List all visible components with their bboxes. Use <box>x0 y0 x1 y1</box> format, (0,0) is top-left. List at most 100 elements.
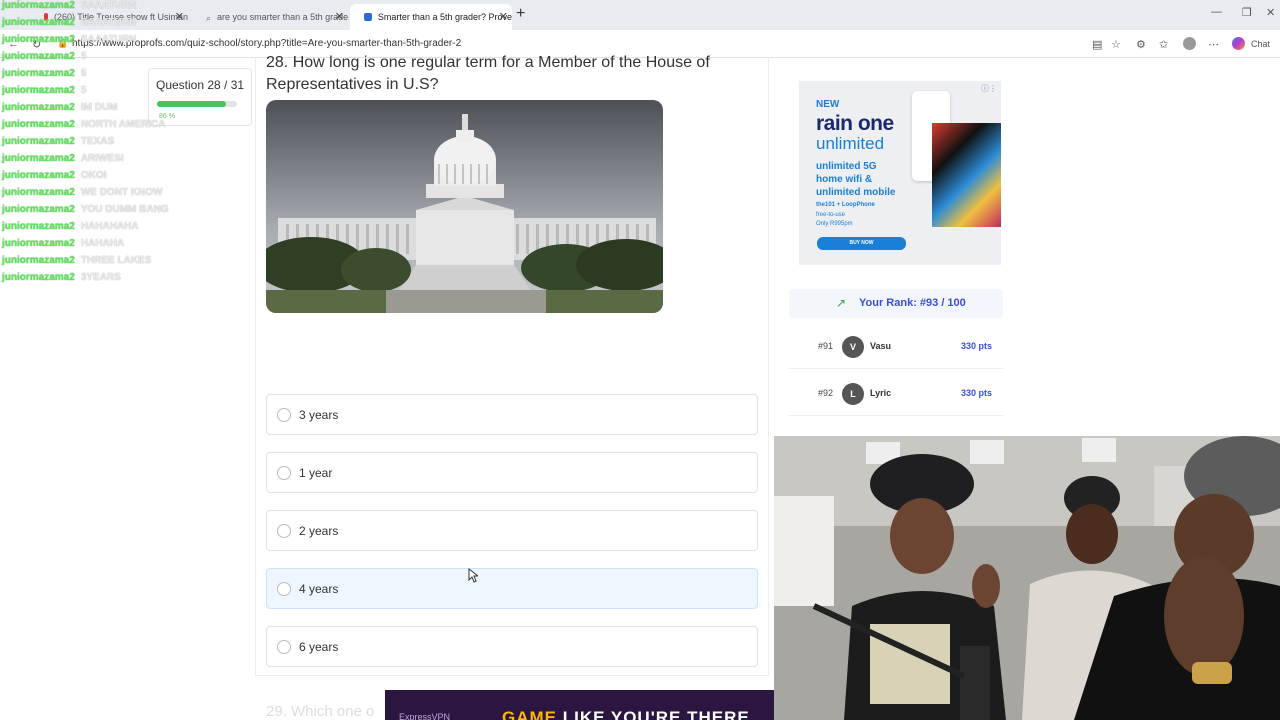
chat-username: juniormazama2 <box>2 51 75 62</box>
radio-button[interactable] <box>277 466 291 480</box>
chat-message: juniormazama2 TEXAS <box>2 136 262 153</box>
avatar: V <box>842 336 864 358</box>
chat-button[interactable]: Chat <box>1251 39 1270 49</box>
chat-message: juniormazama2 OKOI <box>2 170 262 187</box>
chat-username: juniormazama2 <box>2 272 75 283</box>
chat-message: juniormazama2 HAHAHAHA <box>2 221 262 238</box>
ad-line: unlimited 5G <box>816 161 877 172</box>
capitol-image <box>266 100 663 313</box>
tab-title: Smarter than a 5th grader? Prove <box>377 12 512 22</box>
radio-button[interactable] <box>277 582 291 596</box>
chat-message: juniormazama2 YOU DUMM BANG <box>2 204 262 221</box>
option-label: 3 years <box>299 408 339 422</box>
chat-message: juniormazama2 5 <box>2 68 262 85</box>
chat-text: 5 <box>80 85 87 96</box>
maximize-icon[interactable]: ❐ <box>1242 6 1252 19</box>
chat-text: HAHAHAHA <box>80 221 139 232</box>
chat-username: juniormazama2 <box>2 153 75 164</box>
ad-brand: rain one <box>816 112 894 135</box>
option-label: 6 years <box>299 640 339 654</box>
chat-message: juniormazama2 THREE LAKES <box>2 255 262 272</box>
chat-username: juniormazama2 <box>2 68 75 79</box>
rank-text: Your Rank: #93 / 100 <box>859 297 966 309</box>
bottom-banner-ad[interactable]: ExpressVPN GAME LIKE YOU'RE THERE <box>385 690 774 720</box>
chat-text: THREE LAKES <box>80 255 152 266</box>
favorites-icon[interactable]: ✩ <box>1159 38 1168 51</box>
radio-button[interactable] <box>277 524 291 538</box>
chat-message: juniormazama2 ARIWESI <box>2 153 262 170</box>
ad-fine: the101 + LoopPhone <box>816 202 875 208</box>
ad-fine: free-to-use <box>816 212 846 218</box>
chat-text: HAHAHA <box>80 238 125 249</box>
chat-username: juniormazama2 <box>2 85 75 96</box>
extensions-icon[interactable]: ⚙ <box>1136 38 1146 51</box>
leader-points: 330 pts <box>961 341 993 351</box>
answer-option[interactable]: 4 years <box>266 568 758 609</box>
answer-option[interactable]: 1 year <box>266 452 758 493</box>
chat-message: juniormazama2 HAHAHA <box>2 238 262 255</box>
chat-text: 3YEARS <box>80 272 121 283</box>
banner-brand: ExpressVPN <box>399 712 451 720</box>
stream-chat: juniormazama2 SAAATURN juniormazama2 SAAATU… <box>2 0 262 289</box>
ad-line: home wifi & <box>816 174 873 185</box>
chat-username: juniormazama2 <box>2 187 75 198</box>
new-tab-button[interactable]: + <box>516 5 525 23</box>
chat-message: juniormazama2 SAAATURN <box>2 17 262 34</box>
chat-username: juniormazama2 <box>2 204 75 215</box>
option-label: 1 year <box>299 466 333 480</box>
next-question-text: 29. Which one o <box>266 703 375 720</box>
close-icon[interactable]: ✕ <box>335 10 344 23</box>
chat-text: 5 <box>80 68 87 79</box>
avatar: L <box>842 383 864 405</box>
leader-position: #92 <box>818 388 834 398</box>
close-window-icon[interactable]: ✕ <box>1266 6 1275 19</box>
chat-message: juniormazama2 3YEARS <box>2 272 262 289</box>
chat-message: juniormazama2 5 <box>2 51 262 68</box>
reader-icon[interactable]: ▤ <box>1092 38 1102 51</box>
proprofs-icon <box>364 13 372 21</box>
rank-bar: ↗ Your Rank: #93 / 100 <box>789 289 1003 318</box>
chat-username: juniormazama2 <box>2 136 75 147</box>
ad-price: Only R995pm <box>816 221 853 227</box>
chat-text: SAAATURN <box>80 0 137 11</box>
chat-message: juniormazama2 5 <box>2 85 262 102</box>
chat-message: juniormazama2 SAAATURN <box>2 0 262 17</box>
option-label: 4 years <box>299 582 339 596</box>
trending-up-icon: ↗ <box>836 296 847 310</box>
chat-text: IM DUM <box>80 102 118 113</box>
answer-option[interactable]: 2 years <box>266 510 758 551</box>
buy-now-button[interactable]: BUY NOW <box>817 237 906 250</box>
chat-text: NORTH AMERICA <box>80 119 166 130</box>
chat-username: juniormazama2 <box>2 34 75 45</box>
star-icon[interactable]: ☆ <box>1111 38 1121 51</box>
leader-points: 330 pts <box>961 388 993 398</box>
ad-artwork <box>932 123 1001 227</box>
more-icon[interactable]: ⋯ <box>1208 38 1219 51</box>
ad-line: unlimited mobile <box>816 187 896 198</box>
advertisement[interactable]: ⓘ⋮ NEW rain one unlimited unlimited 5G h… <box>799 81 1001 265</box>
chat-text: 5 <box>80 51 87 62</box>
ad-new-label: NEW <box>816 99 840 110</box>
radio-button[interactable] <box>277 640 291 654</box>
leader-name: Vasu <box>870 341 892 351</box>
banner-accent: GAME <box>502 708 557 720</box>
chat-username: juniormazama2 <box>2 0 75 11</box>
chat-message: juniormazama2 NORTH AMERICA <box>2 119 262 136</box>
close-icon[interactable]: ✕ <box>499 10 508 23</box>
radio-button[interactable] <box>277 408 291 422</box>
copilot-icon[interactable] <box>1232 37 1245 50</box>
profile-avatar[interactable] <box>1183 37 1196 50</box>
chat-text: SAAATURN <box>80 34 137 45</box>
answer-option[interactable]: 3 years <box>266 394 758 435</box>
chat-username: juniormazama2 <box>2 119 75 130</box>
chat-username: juniormazama2 <box>2 221 75 232</box>
cursor-icon <box>468 568 478 583</box>
chat-username: juniormazama2 <box>2 102 75 113</box>
leader-name: Lyric <box>870 388 892 398</box>
ad-info-icon[interactable]: ⓘ⋮ <box>981 83 997 94</box>
answer-option[interactable]: 6 years <box>266 626 758 667</box>
chat-text: TEXAS <box>80 136 115 147</box>
banner-headline: GAME LIKE YOU'RE THERE <box>502 708 750 720</box>
minimize-icon[interactable]: — <box>1211 6 1222 18</box>
browser-tab-proprofs[interactable]: Smarter than a 5th grader? Prove ✕ <box>350 4 512 30</box>
